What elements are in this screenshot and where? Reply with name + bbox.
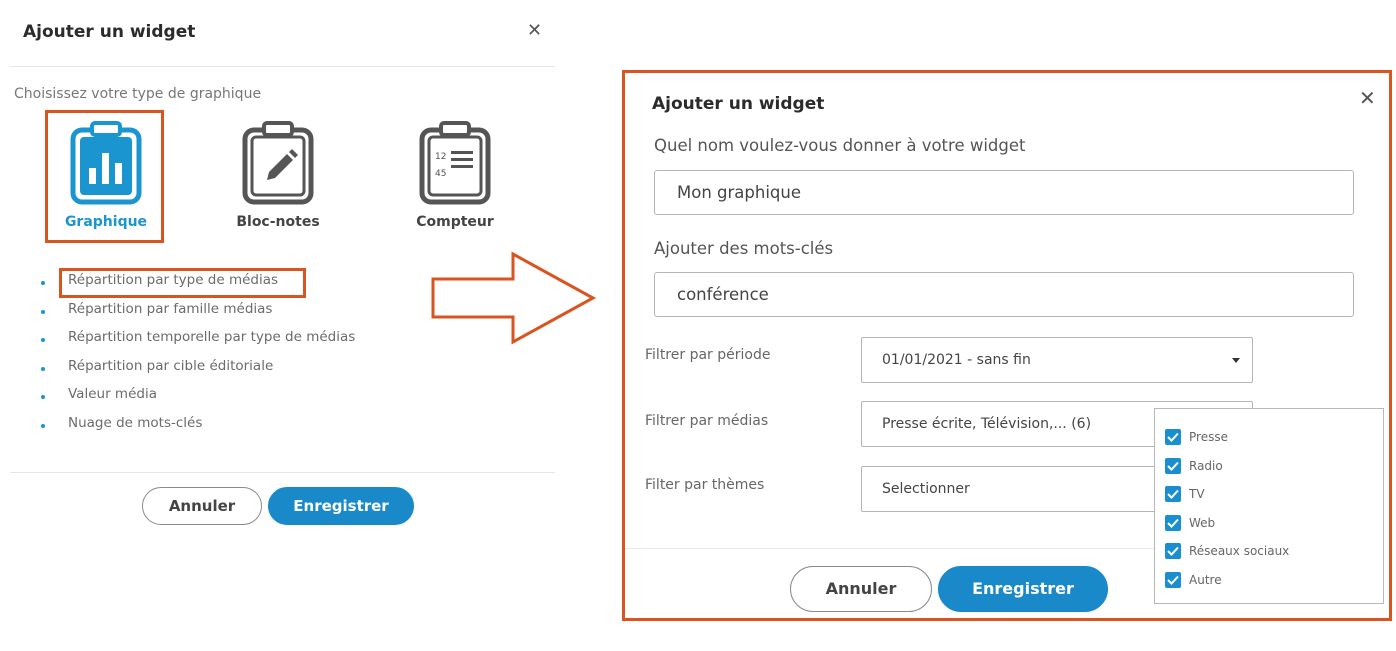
period-select-value: 01/01/2021 - sans fin (882, 352, 1031, 368)
bullet-icon (41, 423, 45, 428)
chart-type-label: Compteur (416, 214, 494, 230)
chart-type-label: Bloc-notes (236, 214, 320, 230)
bullet-icon (41, 395, 45, 399)
arrow-right-icon (431, 251, 597, 345)
selected-type-highlight (45, 110, 164, 243)
checkbox-checked-icon[interactable] (1165, 515, 1181, 531)
chart-type-prompt: Choisissez votre type de graphique (14, 86, 262, 102)
checkbox-checked-icon[interactable] (1165, 572, 1181, 588)
chart-option-item[interactable]: Nuage de mots-clés (38, 415, 355, 444)
bullet-icon (41, 338, 45, 342)
divider (625, 548, 1155, 549)
close-icon[interactable]: ✕ (527, 20, 542, 41)
chevron-down-icon (1232, 358, 1240, 363)
close-icon[interactable]: ✕ (1359, 86, 1376, 110)
cancel-button[interactable]: Annuler (142, 487, 262, 525)
dialog-title: Ajouter un widget (652, 94, 825, 114)
save-button[interactable]: Enregistrer (268, 487, 414, 525)
chart-option-item[interactable]: Répartition temporelle par type de média… (38, 329, 355, 358)
chart-type-compteur[interactable]: 12 45 Compteur (395, 110, 515, 242)
media-select-value: Presse écrite, Télévision,... (6) (882, 416, 1092, 432)
bullet-icon (41, 309, 45, 314)
media-filter-label: Filtrer par médias (645, 413, 769, 429)
checkbox-checked-icon[interactable] (1165, 458, 1181, 474)
divider (10, 472, 555, 473)
chart-option-item[interactable]: Répartition par cible éditoriale (38, 358, 355, 387)
chart-type-bloc-notes[interactable]: Bloc-notes (218, 110, 338, 242)
keywords-input[interactable]: conférence (654, 272, 1354, 317)
divider (10, 66, 555, 67)
dialog-title: Ajouter un widget (23, 22, 196, 42)
chart-option-item[interactable]: Répartition par famille médias (38, 301, 355, 330)
selected-option-highlight (59, 268, 306, 298)
checkbox-checked-icon[interactable] (1165, 486, 1181, 502)
notepad-pencil-icon (242, 121, 314, 205)
save-button[interactable]: Enregistrer (938, 566, 1108, 612)
counter-list-icon: 12 45 (419, 121, 491, 205)
period-select[interactable]: 01/01/2021 - sans fin (861, 337, 1253, 383)
bullet-icon (41, 366, 45, 371)
period-filter-label: Filtrer par période (645, 347, 771, 363)
svg-text:45: 45 (435, 169, 446, 179)
checkbox-checked-icon[interactable] (1165, 543, 1181, 559)
themes-select-value: Selectionner (882, 481, 970, 497)
chart-option-item[interactable]: Valeur média (38, 386, 355, 415)
svg-text:12: 12 (435, 152, 446, 162)
widget-name-input[interactable]: Mon graphique (654, 170, 1354, 215)
checkbox-checked-icon[interactable] (1165, 429, 1181, 445)
media-dropdown-panel: Presse Radio TV Web Réseaux sociaux Autr… (1154, 408, 1384, 604)
widget-name-label: Quel nom voulez-vous donner à votre widg… (654, 136, 1026, 155)
bullet-icon (41, 281, 45, 285)
themes-filter-label: Filter par thèmes (645, 477, 765, 493)
cancel-button[interactable]: Annuler (790, 566, 932, 612)
keywords-label: Ajouter des mots-clés (654, 239, 834, 258)
